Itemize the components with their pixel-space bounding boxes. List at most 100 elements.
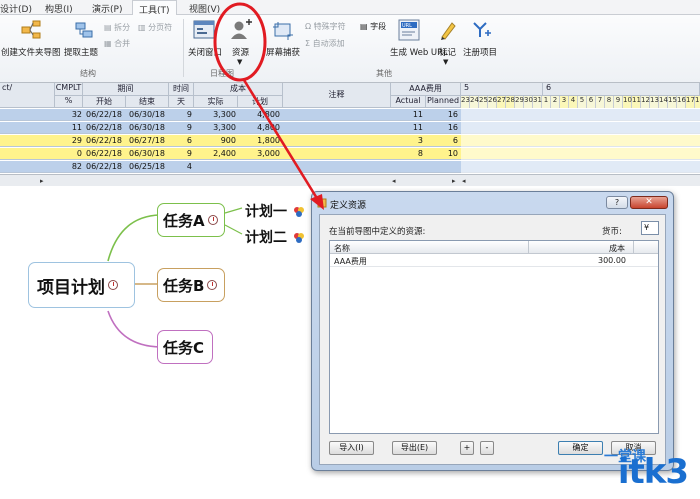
cell-plan[interactable]: 1,800 <box>240 136 280 145</box>
cell-aaa-planned[interactable]: 16 <box>427 110 458 119</box>
cell-end[interactable]: 06/25/18 <box>129 162 169 171</box>
cell-start[interactable]: 06/22/18 <box>86 149 126 158</box>
task-b-topic[interactable]: 任务B <box>157 268 225 302</box>
cell-days[interactable]: 4 <box>170 162 192 171</box>
table-row[interactable]: 82 06/22/18 06/25/18 4 <box>0 161 700 173</box>
cell-cmplt[interactable]: 29 <box>58 136 82 145</box>
cell-aaa-planned[interactable]: 16 <box>427 123 458 132</box>
day-header-cell: 2 <box>551 96 560 108</box>
extract-topic-button[interactable]: 提取主题 <box>64 46 98 58</box>
root-topic[interactable]: 项目计划 <box>28 262 135 308</box>
close-window-button[interactable]: 关闭窗口 <box>188 46 222 58</box>
cell-plan[interactable]: 4,800 <box>240 110 280 119</box>
cell-actual[interactable]: 2,400 <box>196 149 236 158</box>
cell-cmplt[interactable]: 82 <box>58 162 82 171</box>
split-button[interactable]: ▤ 拆分 <box>104 22 130 33</box>
cell-days[interactable]: 9 <box>170 123 192 132</box>
help-button[interactable]: ? <box>606 196 628 209</box>
define-resource-dialog: 定义资源 ? ✕ 在当前导图中定义的资源: 货币: ¥ 名称 成本 AAA费用 … <box>311 191 674 471</box>
cell-cmplt[interactable]: 0 <box>58 149 82 158</box>
day-header-cell: 5 <box>578 96 587 108</box>
cell-start[interactable]: 06/22/18 <box>86 162 126 171</box>
ribbon-panel: 创建文件夹导图 提取主题 ▤ 拆分 ▦ 合并 ▥ 分页符 结构 关闭窗口 资源 … <box>0 15 700 83</box>
merge-button[interactable]: ▦ 合并 <box>104 38 130 49</box>
ok-button[interactable]: 确定 <box>558 441 603 455</box>
cell-actual[interactable]: 3,300 <box>196 110 236 119</box>
resource-dropdown-icon[interactable]: ▼ <box>237 58 242 66</box>
resource-row[interactable]: AAA费用 300.00 <box>330 255 658 267</box>
tab-present[interactable]: 演示(P) <box>92 2 122 15</box>
register-item-button[interactable]: 注册项目 <box>463 46 497 58</box>
scroll-right-icon-2[interactable]: ▸ <box>452 177 456 185</box>
add-resource-button[interactable]: + <box>460 441 474 455</box>
remove-resource-button[interactable]: - <box>480 441 494 455</box>
currency-input[interactable]: ¥ <box>641 221 659 235</box>
web-url-icon: URL <box>398 19 420 41</box>
cell-plan[interactable]: 3,000 <box>240 149 280 158</box>
day-header-cell: 14 <box>659 96 668 108</box>
cell-actual[interactable]: 900 <box>196 136 236 145</box>
cell-days[interactable]: 9 <box>170 110 192 119</box>
screen-capture-button[interactable]: 屏幕捕获 <box>266 46 300 58</box>
scroll-right-icon[interactable]: ▸ <box>40 177 48 185</box>
cell-start[interactable]: 06/22/18 <box>86 110 126 119</box>
tab-ideas[interactable]: 构思(I) <box>45 2 73 15</box>
scroll-left-icon-2[interactable]: ◂ <box>462 177 466 185</box>
resource-button[interactable]: 资源 <box>232 46 249 58</box>
cell-aaa-actual[interactable]: 11 <box>392 110 423 119</box>
day-header-cell: 29 <box>515 96 524 108</box>
auto-add-button[interactable]: Σ 自动添加 <box>305 38 345 49</box>
dialog-app-icon <box>317 198 327 208</box>
table-row[interactable]: 32 06/22/18 06/30/18 9 3,300 4,800 11 16 <box>0 109 700 121</box>
horizontal-scrollbar[interactable]: ▸ ◂ ▸ ◂ <box>0 174 700 186</box>
tab-design[interactable]: 设计(D) <box>0 2 32 15</box>
cell-end[interactable]: 06/27/18 <box>129 136 169 145</box>
import-button[interactable]: 导入(I) <box>329 441 374 455</box>
tab-view[interactable]: 视图(V) <box>189 2 220 15</box>
cell-days[interactable]: 9 <box>170 149 192 158</box>
cell-aaa-actual[interactable]: 11 <box>392 123 423 132</box>
special-char-button[interactable]: Ω 特殊字符 <box>305 21 346 32</box>
task-a-topic[interactable]: 任务A <box>157 203 225 237</box>
resource-cost-cell[interactable]: 300.00 <box>598 256 626 265</box>
cell-cmplt[interactable]: 11 <box>58 123 82 132</box>
cell-days[interactable]: 6 <box>170 136 192 145</box>
cell-end[interactable]: 06/30/18 <box>129 123 169 132</box>
plan-1-topic[interactable]: 计划一 <box>245 201 306 221</box>
cell-aaa-actual[interactable]: 8 <box>392 149 423 158</box>
new-folder-map-button[interactable]: 创建文件夹导图 <box>1 46 61 58</box>
paging-button[interactable]: ▥ 分页符 <box>138 22 172 33</box>
dialog-body: 在当前导图中定义的资源: 货币: ¥ 名称 成本 AAA费用 300.00 导入… <box>319 214 666 465</box>
tab-tools[interactable]: 工具(T) <box>132 0 177 16</box>
task-c-topic[interactable]: 任务C <box>157 330 213 364</box>
header-week-6: 6 <box>543 83 700 96</box>
column-cost-header[interactable]: 成本 <box>609 243 625 254</box>
table-row[interactable]: 0 06/22/18 06/30/18 9 2,400 3,000 8 10 <box>0 148 700 160</box>
mark-button[interactable]: 标记 <box>439 46 456 58</box>
close-window-icon <box>193 20 215 39</box>
table-row[interactable]: 11 06/22/18 06/30/18 9 3,300 4,800 11 16 <box>0 122 700 134</box>
resource-name-cell[interactable]: AAA费用 <box>334 256 367 267</box>
field-button[interactable]: ▤ 字段 <box>360 21 386 32</box>
cell-start[interactable]: 06/22/18 <box>86 123 126 132</box>
plan-2-topic[interactable]: 计划二 <box>245 227 306 247</box>
table-row[interactable]: 29 06/22/18 06/27/18 6 900 1,800 3 6 <box>0 135 700 147</box>
mark-dropdown-icon[interactable]: ▼ <box>443 58 448 66</box>
column-divider <box>633 241 634 254</box>
cell-end[interactable]: 06/30/18 <box>129 149 169 158</box>
cell-aaa-planned[interactable]: 10 <box>427 149 458 158</box>
cell-cmplt[interactable]: 32 <box>58 110 82 119</box>
cell-aaa-planned[interactable]: 6 <box>427 136 458 145</box>
export-button[interactable]: 导出(E) <box>392 441 437 455</box>
task-a-label: 任务A <box>163 211 205 230</box>
scroll-left-icon[interactable]: ◂ <box>392 177 396 185</box>
cell-start[interactable]: 06/22/18 <box>86 136 126 145</box>
header-actual: 实际 <box>194 96 238 108</box>
cell-actual[interactable]: 3,300 <box>196 123 236 132</box>
cell-plan[interactable]: 4,800 <box>240 123 280 132</box>
cell-end[interactable]: 06/30/18 <box>129 110 169 119</box>
column-name-header[interactable]: 名称 <box>334 243 350 254</box>
day-header-cell: 4 <box>569 96 578 108</box>
cell-aaa-actual[interactable]: 3 <box>392 136 423 145</box>
close-icon[interactable]: ✕ <box>630 196 668 209</box>
